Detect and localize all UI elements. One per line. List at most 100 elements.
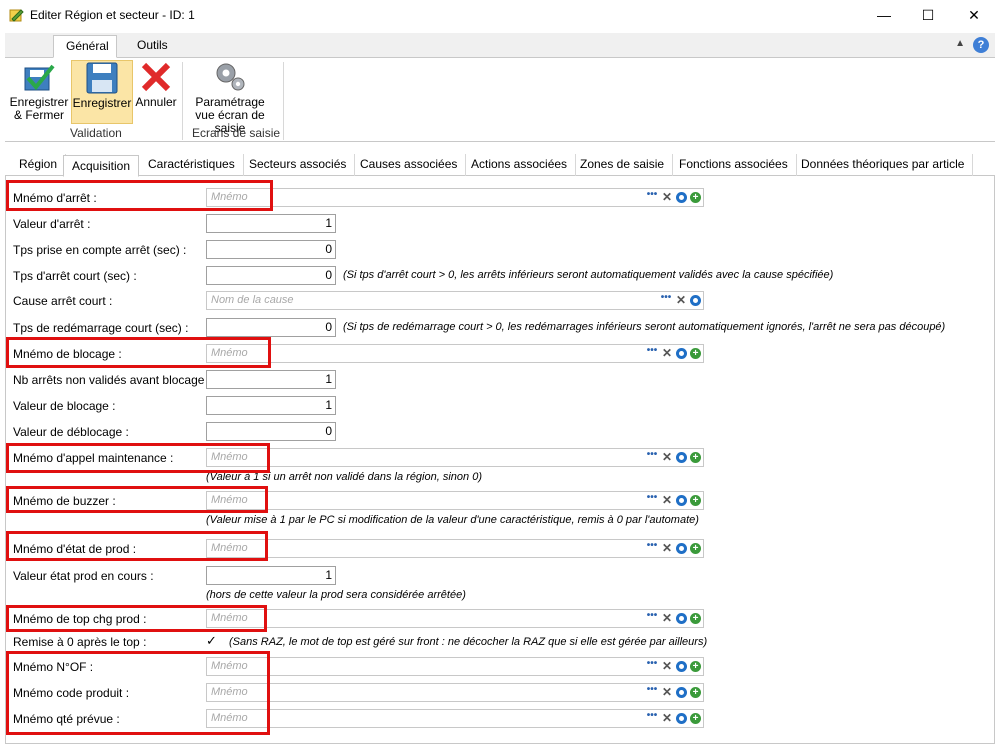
floppy-disk-icon — [86, 62, 118, 94]
add-icon[interactable]: + — [690, 542, 701, 554]
add-icon[interactable]: + — [690, 612, 701, 624]
add-icon[interactable]: + — [690, 191, 701, 203]
add-icon[interactable]: + — [690, 660, 701, 672]
tab-fonctions[interactable]: Fonctions associées — [671, 154, 797, 176]
ribbon-group-divider — [182, 62, 183, 140]
hint-val-etat: (hors de cette valeur la prod sera consi… — [206, 589, 466, 601]
tab-acquisition[interactable]: Acquisition — [63, 155, 140, 177]
highlight-box — [6, 443, 270, 473]
label-tps-redem: Tps de redémarrage court (sec) : — [13, 321, 189, 335]
info-icon[interactable] — [676, 451, 687, 463]
browse-icon[interactable]: ••• — [646, 659, 658, 672]
clear-icon[interactable]: ✕ — [661, 347, 673, 359]
ribbon-collapse-icon[interactable]: ▲ — [955, 38, 965, 49]
label-cause-court: Cause arrêt court : — [13, 294, 113, 308]
label-val-blocage: Valeur de blocage : — [13, 399, 116, 413]
nb-arrets-input[interactable]: 1 — [206, 370, 336, 389]
memo-qte-field[interactable]: Mnémo ••• ✕ + — [206, 709, 704, 728]
add-icon[interactable]: + — [690, 451, 701, 463]
info-icon[interactable] — [676, 494, 687, 506]
info-icon[interactable] — [676, 660, 687, 672]
info-icon[interactable] — [676, 191, 687, 203]
save-button[interactable]: Enregistrer — [71, 60, 133, 124]
tab-zones[interactable]: Zones de saisie — [572, 154, 674, 176]
tab-region[interactable]: Région — [11, 154, 67, 176]
memo-arret-field[interactable]: Mnémo ••• ✕ + — [206, 188, 704, 207]
val-etat-input[interactable]: 1 — [206, 566, 336, 585]
info-icon[interactable] — [676, 686, 687, 698]
add-icon[interactable]: + — [690, 347, 701, 359]
tps-prise-input[interactable]: 0 — [206, 240, 336, 259]
val-deblocage-input[interactable]: 0 — [206, 422, 336, 441]
clear-icon[interactable]: ✕ — [675, 294, 687, 306]
clear-icon[interactable]: ✕ — [661, 191, 673, 203]
acquisition-form: Mnémo d'arrêt : Mnémo ••• ✕ + Valeur d'arr… — [5, 176, 995, 744]
save-close-button[interactable]: Enregistrer & Fermer — [8, 60, 70, 124]
browse-icon[interactable]: ••• — [646, 711, 658, 724]
highlight-box — [6, 337, 271, 368]
memo-etat-field[interactable]: Mnémo ••• ✕ + — [206, 539, 704, 558]
info-icon[interactable] — [676, 542, 687, 554]
info-icon[interactable] — [676, 612, 687, 624]
memo-appel-field[interactable]: Mnémo ••• ✕ + — [206, 448, 704, 467]
remise-checkbox[interactable]: ✓ — [206, 634, 220, 648]
window-title: Editer Région et secteur - ID: 1 — [30, 8, 195, 22]
clear-icon[interactable]: ✕ — [661, 542, 673, 554]
browse-icon[interactable]: ••• — [660, 293, 672, 306]
memo-top-field[interactable]: Mnémo ••• ✕ + — [206, 609, 704, 628]
browse-icon[interactable]: ••• — [646, 611, 658, 624]
highlight-box — [6, 486, 268, 513]
clear-icon[interactable]: ✕ — [661, 612, 673, 624]
memo-buzzer-field[interactable]: Mnémo ••• ✕ + — [206, 491, 704, 510]
clear-icon[interactable]: ✕ — [661, 451, 673, 463]
highlight-box — [6, 180, 273, 211]
red-x-icon — [141, 62, 171, 92]
label-valeur-arret: Valeur d'arrêt : — [13, 217, 91, 231]
form-tab-bar: Région Acquisition Caractéristiques Sect… — [5, 154, 995, 177]
val-blocage-input[interactable]: 1 — [206, 396, 336, 415]
clear-icon[interactable]: ✕ — [661, 712, 673, 724]
add-icon[interactable]: + — [690, 494, 701, 506]
tab-caracteristiques[interactable]: Caractéristiques — [140, 154, 244, 176]
tab-causes[interactable]: Causes associées — [352, 154, 467, 176]
browse-icon[interactable]: ••• — [646, 450, 658, 463]
info-icon[interactable] — [690, 294, 701, 306]
browse-icon[interactable]: ••• — [646, 685, 658, 698]
label-tps-court: Tps d'arrêt court (sec) : — [13, 269, 137, 283]
help-icon[interactable]: ? — [973, 37, 989, 53]
ribbon-tab-bar: Général Outils ▲ ? — [5, 33, 995, 58]
hint-memo-buzzer: (Valeur mise à 1 par le PC si modificati… — [206, 514, 699, 526]
browse-icon[interactable]: ••• — [646, 346, 658, 359]
tab-donnees[interactable]: Données théoriques par article — [793, 154, 974, 176]
hint-remise: (Sans RAZ, le mot de top est géré sur fr… — [229, 636, 708, 648]
clear-icon[interactable]: ✕ — [661, 686, 673, 698]
valeur-arret-input[interactable]: 1 — [206, 214, 336, 233]
browse-icon[interactable]: ••• — [646, 541, 658, 554]
browse-icon[interactable]: ••• — [646, 493, 658, 506]
browse-icon[interactable]: ••• — [646, 190, 658, 203]
clear-icon[interactable]: ✕ — [661, 494, 673, 506]
add-icon[interactable]: + — [690, 686, 701, 698]
tab-actions[interactable]: Actions associées — [463, 154, 577, 176]
cancel-button[interactable]: Annuler — [134, 60, 178, 124]
highlight-box — [6, 605, 267, 632]
minimize-button[interactable]: — — [861, 0, 907, 30]
hint-tps-court: (Si tps d'arrêt court > 0, les arrêts in… — [343, 269, 834, 281]
tps-court-input[interactable]: 0 — [206, 266, 336, 285]
tps-redem-input[interactable]: 0 — [206, 318, 336, 337]
group-label-ecrans: Ecrans de saisie — [192, 126, 281, 140]
memo-blocage-field[interactable]: Mnémo ••• ✕ + — [206, 344, 704, 363]
tab-secteurs[interactable]: Secteurs associés — [241, 154, 356, 176]
memo-of-field[interactable]: Mnémo ••• ✕ + — [206, 657, 704, 676]
ribbon-tab-general[interactable]: Général — [53, 35, 117, 58]
clear-icon[interactable]: ✕ — [661, 660, 673, 672]
info-icon[interactable] — [676, 347, 687, 359]
info-icon[interactable] — [676, 712, 687, 724]
add-icon[interactable]: + — [690, 712, 701, 724]
cause-court-field[interactable]: Nom de la cause ••• ✕ — [206, 291, 704, 310]
maximize-button[interactable]: ☐ — [905, 0, 951, 30]
memo-code-field[interactable]: Mnémo ••• ✕ + — [206, 683, 704, 702]
ribbon-tab-outils[interactable]: Outils — [125, 35, 180, 58]
close-button[interactable]: ✕ — [951, 0, 997, 30]
screen-settings-button[interactable]: Paramétrage vue écran de saisie — [185, 60, 275, 135]
